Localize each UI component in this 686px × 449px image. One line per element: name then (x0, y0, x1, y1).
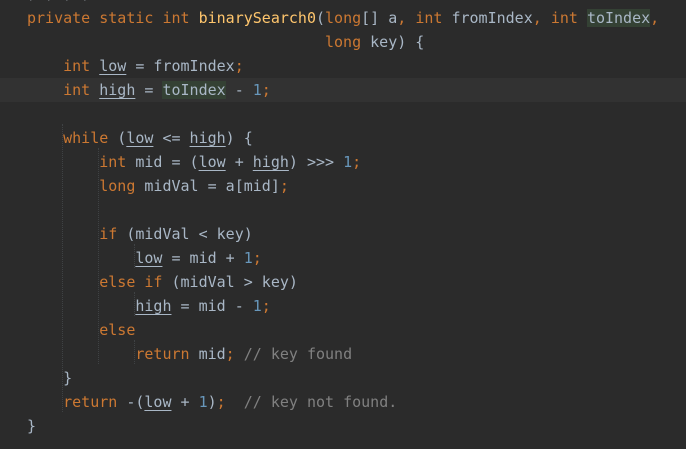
code-line-text: long key) { (324, 33, 425, 51)
code-line-text: } (27, 417, 37, 435)
code-line-text: else (99, 321, 136, 339)
code-line-text: high = mid - 1; (135, 297, 271, 315)
code-line-15[interactable]: return mid; // key found (0, 342, 686, 366)
code-line-13[interactable]: high = mid - 1; (0, 294, 686, 318)
indent-guide (98, 148, 100, 364)
code-line-10[interactable]: if (midVal < key) (0, 222, 686, 246)
code-line-text: low = mid + 1; (135, 249, 262, 267)
code-line-text: while (low <= high) { (63, 129, 253, 147)
code-line-text: return mid; // key found (135, 345, 353, 363)
code-line-1[interactable]: private static int binarySearch0(long[] … (0, 6, 686, 30)
code-line-7[interactable]: int mid = (low + high) >>> 1; (0, 150, 686, 174)
code-line-12[interactable]: else if (midVal > key) (0, 270, 686, 294)
code-line-2[interactable]: long key) { (0, 30, 686, 54)
code-line-text: int low = fromIndex; (63, 57, 244, 75)
code-line-text: int high = toIndex - 1; (63, 81, 271, 99)
code-line-8[interactable]: long midVal = a[mid]; (0, 174, 686, 198)
code-line-text: int mid = (low + high) >>> 1; (99, 153, 362, 171)
code-line-text: return -(low + 1); // key not found. (63, 393, 398, 411)
code-line-text: } (63, 369, 73, 387)
indent-guide (134, 340, 136, 364)
code-line-3[interactable]: int low = fromIndex; (0, 54, 686, 78)
code-line-text: private static int binarySearch0(long[] … (27, 9, 660, 27)
code-line-18[interactable]: } (0, 414, 686, 438)
code-line-9[interactable] (0, 198, 686, 222)
code-editor[interactable]: , , , , private static int binarySearch0… (0, 0, 686, 449)
code-line-6[interactable]: while (low <= high) { (0, 126, 686, 150)
indent-guide (134, 292, 136, 316)
code-line-17[interactable]: return -(low + 1); // key not found. (0, 390, 686, 414)
code-line-5[interactable] (0, 102, 686, 126)
indent-guide (134, 244, 136, 268)
code-line-4[interactable]: int high = toIndex - 1; (0, 78, 686, 102)
code-line-text: if (midVal < key) (99, 225, 253, 243)
code-line-11[interactable]: low = mid + 1; (0, 246, 686, 270)
code-line-16[interactable]: } (0, 366, 686, 390)
code-line-text: else if (midVal > key) (99, 273, 298, 291)
indent-guide (62, 124, 64, 412)
code-line-text: long midVal = a[mid]; (99, 177, 289, 195)
code-line-14[interactable]: else (0, 318, 686, 342)
